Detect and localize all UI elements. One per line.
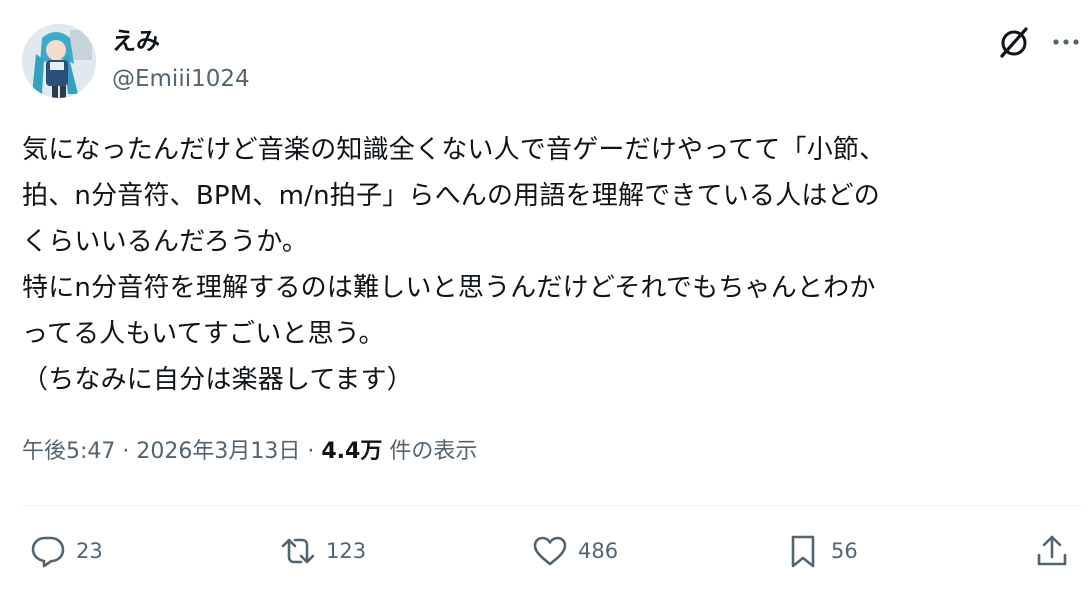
tweet-text-line: （ちなみに自分は楽器してます） — [22, 365, 413, 395]
tweet-text-line: 気になったんだけど音楽の知識全くない人で音ゲーだけやってて「小節、 — [22, 135, 886, 165]
meta-separator: · — [115, 439, 137, 464]
avatar-image — [22, 24, 96, 98]
more-icon[interactable] — [1048, 26, 1084, 58]
meta-separator: · — [300, 439, 322, 464]
retweet-icon — [281, 538, 315, 564]
grok-icon[interactable] — [996, 24, 1032, 60]
views-count[interactable]: 4.4万 — [321, 439, 382, 464]
share-button[interactable] — [1034, 531, 1070, 571]
tweet-text-line: ってる人もいてすごいと思う。 — [22, 319, 385, 349]
bookmark-icon — [791, 535, 815, 568]
heart-icon — [533, 536, 567, 566]
avatar[interactable] — [22, 24, 96, 98]
handle[interactable]: @Emiii1024 — [112, 64, 250, 94]
tweet-meta: 午後5:47 · 2026年3月13日 · 4.4万 件の表示 — [22, 436, 477, 468]
tweet-text-line: くらいいるんだろうか。 — [22, 227, 309, 257]
divider — [22, 505, 1083, 506]
views-label: 件の表示 — [382, 439, 478, 464]
display-name[interactable]: えみ — [112, 26, 160, 56]
reply-button[interactable]: 23 — [30, 531, 103, 571]
tweet-text-line: 拍、n分音符、BPM、m/n拍子」らへんの用語を理解できている人はどの — [22, 181, 880, 211]
retweet-count: 123 — [326, 539, 367, 563]
tweet-date[interactable]: 2026年3月13日 — [136, 439, 300, 464]
like-button[interactable]: 486 — [532, 531, 618, 571]
tweet-text: 気になったんだけど音楽の知識全くない人で音ゲーだけやってて「小節、 拍、n分音符… — [22, 127, 1082, 403]
tweet-time[interactable]: 午後5:47 — [22, 439, 115, 464]
reply-icon — [31, 536, 65, 568]
retweet-button[interactable]: 123 — [280, 531, 366, 571]
tweet: えみ @Emiii1024 気になったんだけど音楽の知識全くない人で音ゲーだけや… — [0, 0, 1091, 589]
bookmark-button[interactable]: 56 — [785, 531, 858, 571]
bookmark-count: 56 — [831, 539, 858, 563]
share-icon — [1037, 535, 1067, 566]
tweet-text-line: 特にn分音符を理解するのは難しいと思うんだけどそれでもちゃんとわか — [22, 273, 876, 303]
reply-count: 23 — [76, 539, 103, 563]
like-count: 486 — [578, 539, 619, 563]
